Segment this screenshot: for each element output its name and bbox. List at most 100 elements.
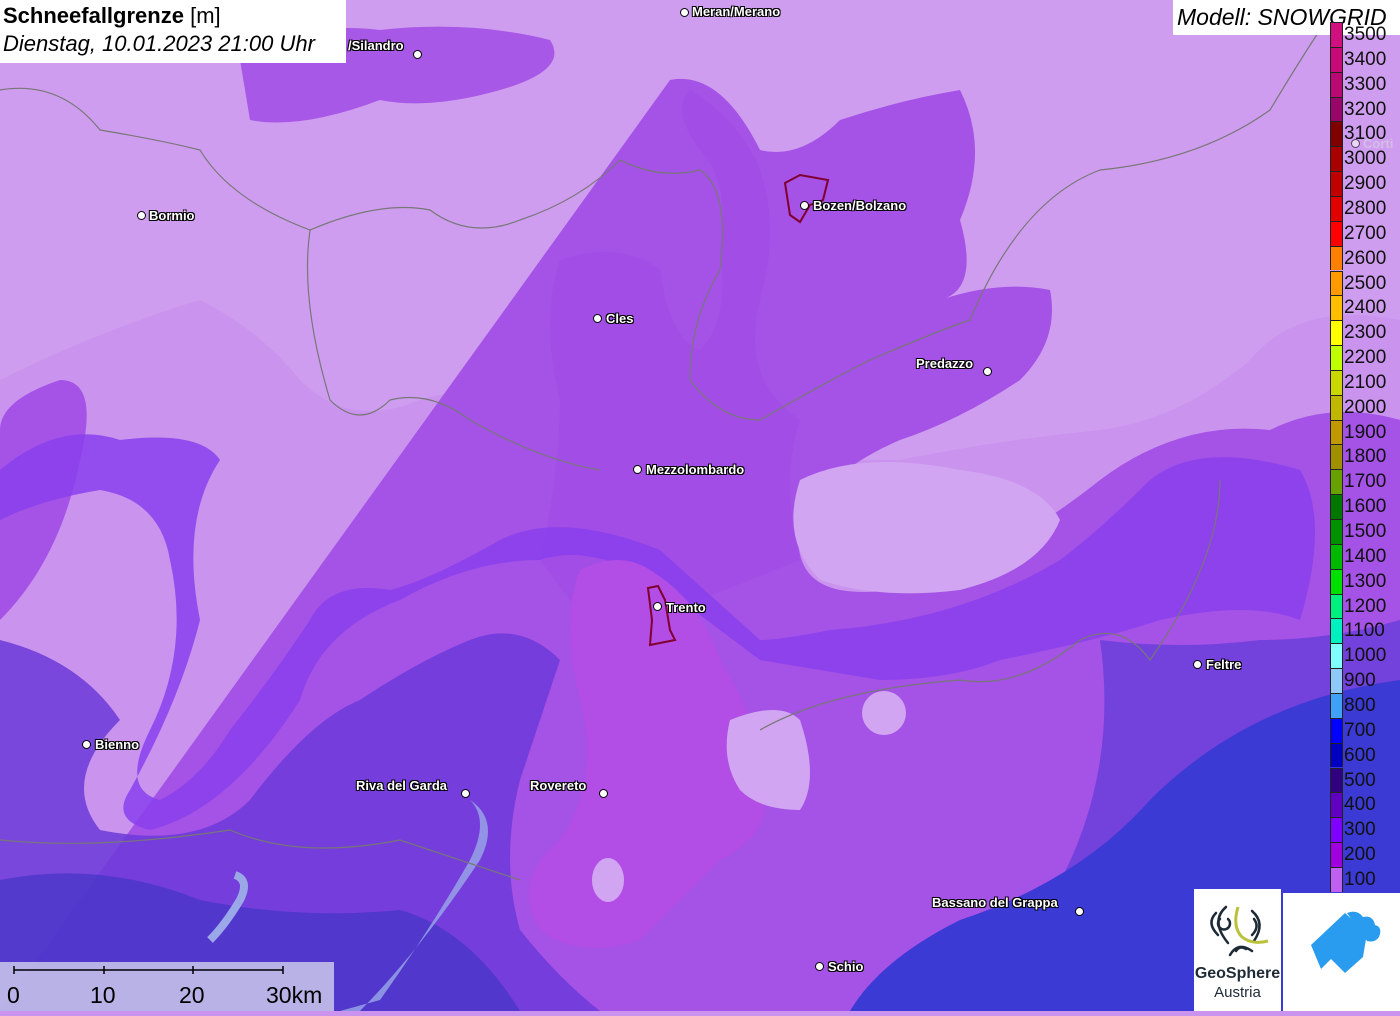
city-label[interactable]: Feltre [1206,657,1241,672]
city-marker [461,789,470,798]
legend-label: 100 [1344,868,1376,890]
city-marker [137,211,146,220]
legend-entry: 1200 [1330,593,1400,619]
legend-entry: 800 [1330,692,1400,718]
legend-label: 2500 [1344,272,1387,294]
map-title: Schneefallgrenze [3,3,184,28]
city-marker [653,602,662,611]
city-marker [800,201,809,210]
legend-label: 500 [1344,769,1376,791]
legend-swatch [1330,220,1343,246]
city-label[interactable]: Schio [828,959,863,974]
snow-house-icon [1311,911,1381,973]
city-label[interactable]: Bormio [149,208,195,223]
legend-swatch [1330,817,1343,843]
legend-label: 400 [1344,794,1376,816]
legend-entry: 1500 [1330,519,1400,544]
scale-label: 20 [179,982,205,1008]
legend-swatch [1330,295,1343,321]
legend-label: 1800 [1344,446,1387,468]
legend-label: 2700 [1344,222,1387,244]
legend-entry: 2400 [1330,295,1400,321]
legend-label: 1300 [1344,570,1387,592]
legend-swatch [1330,618,1343,644]
snowline-map[interactable] [0,0,1400,1011]
legend-entry: 3000 [1330,146,1400,172]
legend-swatch [1330,96,1343,122]
legend-entry: 2800 [1330,195,1400,221]
legend-swatch [1330,320,1343,346]
city-label[interactable]: Bozen/Bolzano [813,198,906,213]
geosphere-logo[interactable]: GeoSphere Austria [1194,889,1281,1011]
legend-entry: 3200 [1330,96,1400,122]
scale-bar: 0 10 20 30km [0,962,334,1011]
legend-label: 300 [1344,819,1376,841]
partner-logo[interactable] [1283,893,1400,1011]
city-marker [815,962,824,971]
legend-swatch [1330,46,1343,72]
legend-entry: 1000 [1330,643,1400,669]
legend-swatch [1330,866,1343,892]
legend-entry: 500 [1330,767,1400,793]
legend-label: 1400 [1344,545,1387,567]
legend-swatch [1330,121,1343,147]
city-label[interactable]: /Silandro [348,38,404,53]
legend-entry: 2500 [1330,270,1400,296]
legend-label: 2300 [1344,322,1387,344]
legend-swatch [1330,146,1343,172]
legend-entry: 400 [1330,792,1400,818]
scale-label: 30km [266,982,323,1008]
legend-swatch [1330,444,1343,470]
city-label[interactable]: Bassano del Grappa [932,895,1058,910]
city-label[interactable]: Mezzolombardo [646,462,744,477]
legend-label: 2100 [1344,371,1387,393]
legend-swatch [1330,593,1343,619]
legend-entry: 3500 [1330,22,1400,47]
legend-entry: 2300 [1330,320,1400,346]
legend-swatch [1330,394,1343,420]
city-marker [413,50,422,59]
city-label[interactable]: Cles [606,311,633,326]
city-label[interactable]: Rovereto [530,778,586,793]
map-datetime: Dienstag, 10.01.2023 21:00 Uhr [3,31,315,56]
city-label[interactable]: Predazzo [916,356,973,371]
legend-swatch [1330,568,1343,594]
city-marker [633,465,642,474]
legend-label: 1900 [1344,421,1387,443]
legend-entry: 1800 [1330,444,1400,470]
legend-label: 1000 [1344,645,1387,667]
legend-swatch [1330,469,1343,495]
legend-label: 2200 [1344,347,1387,369]
legend-label: 900 [1344,670,1376,692]
city-marker [1075,907,1084,916]
legend-entry: 2000 [1330,394,1400,420]
scale-label: 10 [90,982,116,1008]
legend-entry: 1400 [1330,543,1400,569]
legend-swatch [1330,22,1343,47]
city-marker [599,789,608,798]
city-label[interactable]: Trento [666,600,706,615]
legend-entry: 2200 [1330,345,1400,370]
legend-swatch [1330,270,1343,296]
legend-swatch [1330,71,1343,97]
city-label[interactable]: Riva del Garda [356,778,447,793]
legend-swatch [1330,792,1343,818]
legend-swatch [1330,643,1343,669]
legend-swatch [1330,543,1343,569]
legend-entry: 2700 [1330,220,1400,246]
legend-entry: 600 [1330,742,1400,768]
legend-swatch [1330,369,1343,395]
legend-entry: 3100 [1330,121,1400,147]
city-marker [82,740,91,749]
geosphere-name: GeoSphere [1194,965,1281,982]
legend-label: 3200 [1344,98,1387,120]
legend-entry: 2100 [1330,369,1400,395]
legend-entry: 3300 [1330,71,1400,97]
city-label[interactable]: Meran/Merano [692,4,780,19]
legend-swatch [1330,692,1343,718]
legend-entry: 100 [1330,866,1400,892]
city-marker [680,8,689,17]
legend-swatch [1330,842,1343,867]
city-label[interactable]: Bienno [95,737,139,752]
legend-swatch [1330,171,1343,196]
